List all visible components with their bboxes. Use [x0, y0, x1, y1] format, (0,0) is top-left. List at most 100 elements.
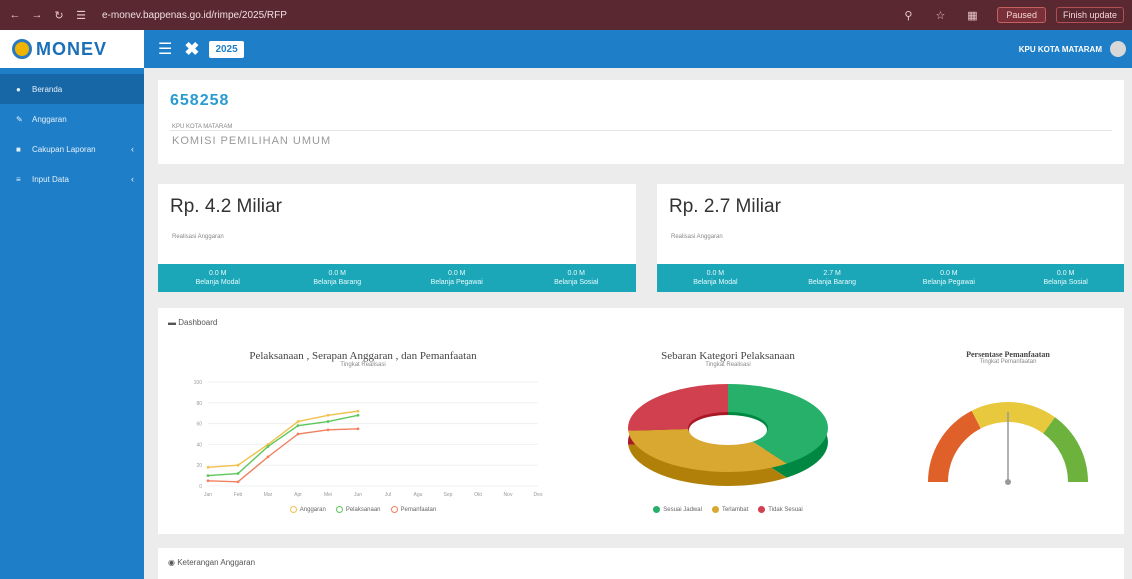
data-point	[356, 413, 360, 417]
legend-item[interactable]: Pelaksanaan	[335, 506, 381, 513]
sidebar: MONEV ● Beranda ✎ Anggaran ■ Cakupan Lap…	[0, 30, 144, 579]
zoom-icon[interactable]: ⚲	[901, 8, 915, 22]
x-tick-label: Feb	[234, 492, 243, 498]
budget-amount: Rp. 4.2 Miliar	[170, 196, 282, 217]
data-point	[326, 420, 330, 423]
folder-icon: ■	[16, 144, 21, 154]
legend-item[interactable]: Pemanfaatan	[390, 506, 436, 513]
satker-code: 658258	[170, 92, 230, 109]
data-point	[296, 420, 300, 423]
sidebar-item-anggaran[interactable]: ✎ Anggaran	[0, 104, 144, 134]
chart-title: Pelaksanaan , Serapan Anggaran , dan Pem…	[249, 350, 477, 362]
x-tick-label: Apr	[294, 492, 302, 498]
breakdown-cell: 0.0 M Belanja Modal	[195, 270, 240, 286]
gauge-chart-plot	[928, 402, 1088, 485]
x-tick-label: Mar	[264, 492, 273, 498]
paused-button[interactable]: Paused	[997, 7, 1046, 23]
chevron-left-icon: ‹	[131, 174, 134, 184]
x-tick-label: Okt	[474, 492, 482, 498]
user-name[interactable]: KPU KOTA MATARAM	[1019, 45, 1102, 54]
y-tick-label: 60	[196, 422, 202, 428]
breakdown-cell: 0.0 M Belanja Sosial	[1043, 270, 1088, 286]
x-tick-label: Jan	[204, 492, 212, 498]
satker-org: KOMISI PEMILIHAN UMUM	[172, 135, 332, 147]
keterangan-title: ◉ Keterangan Anggaran	[168, 558, 256, 567]
browser-toolbar: ← → ↻ ☰ e-monev.bappenas.go.id/rimpe/202…	[0, 0, 1132, 30]
chart-title: Sebaran Kategori Pelaksanaan	[661, 350, 795, 362]
budget-breakdown: 0.0 M Belanja Modal 2.7 M Belanja Barang 0…	[657, 264, 1124, 292]
pencil-icon: ✎	[16, 114, 23, 124]
data-point	[326, 413, 330, 417]
reload-icon[interactable]: ↻	[52, 8, 66, 22]
chart-subtitle: Tingkat Realisasi	[340, 362, 386, 368]
info-icon: ◉	[168, 558, 178, 567]
home-icon: ●	[16, 84, 21, 94]
avatar[interactable]	[1110, 41, 1126, 57]
site-info-icon[interactable]: ☰	[74, 8, 88, 22]
data-point	[356, 409, 360, 413]
budget-amount: Rp. 2.7 Miliar	[669, 196, 781, 217]
breakdown-cell: 0.0 M Belanja Modal	[693, 270, 738, 286]
donut-hole	[689, 415, 767, 445]
top-header: ☰ ✖ 2025 KPU KOTA MATARAM	[144, 30, 1132, 68]
data-point	[236, 480, 240, 484]
logo[interactable]: MONEV	[0, 30, 144, 68]
chart-subtitle: Tingkat Pemanfaatan	[979, 359, 1037, 365]
chart-legend: Sesuai Jadwal Terlambat Tidak Sesuai	[578, 506, 878, 513]
sidebar-item-label: Beranda	[32, 84, 63, 94]
sidebar-item-input-data[interactable]: ≡ Input Data ‹	[0, 164, 144, 194]
data-point	[236, 472, 240, 475]
chevron-left-icon: ‹	[131, 144, 134, 154]
update-button[interactable]: Finish update	[1055, 7, 1124, 23]
x-tick-label: Jul	[385, 492, 391, 498]
donut-chart-plot	[628, 384, 828, 486]
legend-item[interactable]: Anggaran	[289, 506, 326, 513]
legend-item[interactable]: Tidak Sesuai	[758, 506, 803, 513]
y-tick-label: 40	[196, 442, 202, 448]
breakdown-cell: 0.0 M Belanja Barang	[313, 270, 362, 286]
extensions-icon[interactable]: ▦	[965, 8, 979, 22]
keterangan-card: ◉ Keterangan Anggaran	[158, 548, 1124, 579]
x-tick-label: Nov	[504, 492, 513, 498]
back-icon[interactable]: ←	[8, 8, 22, 22]
gauge-band	[1043, 417, 1088, 482]
sidebar-item-cakupan-laporan[interactable]: ■ Cakupan Laporan ‹	[0, 134, 144, 164]
breakdown-cell: 0.0 M Belanja Pegawai	[922, 270, 975, 286]
gauge-band	[928, 410, 981, 482]
data-point	[266, 445, 270, 448]
year-selector[interactable]: 2025	[209, 40, 244, 58]
sidebar-item-beranda[interactable]: ● Beranda	[0, 74, 144, 104]
data-point	[296, 432, 300, 436]
legend-item[interactable]: Terlambat	[711, 506, 748, 513]
star-icon[interactable]: ☆	[933, 8, 947, 22]
y-tick-label: 100	[194, 380, 203, 386]
data-point	[236, 463, 240, 467]
data-point	[266, 455, 270, 459]
budget-card-right: Rp. 2.7 Miliar Realisasi Anggaran 0.0 MB…	[657, 184, 1124, 292]
y-tick-label: 20	[196, 463, 202, 469]
data-point	[296, 424, 300, 428]
budget-caption: Realisasi Anggaran	[172, 234, 224, 240]
x-tick-label: Mei	[324, 492, 332, 498]
data-point	[206, 474, 210, 477]
forward-icon[interactable]: →	[30, 8, 44, 22]
close-icon[interactable]: ✖	[184, 39, 199, 60]
dashboard-title: ▬ Dashboard	[168, 318, 218, 327]
y-tick-label: 80	[196, 401, 202, 407]
sidebar-item-label: Input Data	[32, 174, 69, 184]
x-tick-label: Agu	[414, 492, 423, 498]
data-point	[206, 465, 210, 469]
sidebar-item-label: Cakupan Laporan	[32, 144, 96, 154]
menu-toggle-icon[interactable]: ☰	[158, 39, 172, 59]
y-tick-label: 0	[199, 484, 202, 490]
address-bar[interactable]: e-monev.bappenas.go.id/rimpe/2025/RFP	[102, 10, 287, 21]
x-tick-label: Jun	[354, 492, 362, 498]
chart-subtitle: Tingkat Realisasi	[705, 362, 751, 368]
list-icon: ≡	[16, 174, 21, 184]
chart-title: Persentase Pemanfaatan	[966, 350, 1050, 359]
breakdown-cell: 0.0 M Belanja Sosial	[554, 270, 599, 286]
legend-item[interactable]: Sesuai Jadwal	[653, 506, 702, 513]
budget-card-left: Rp. 4.2 Miliar Realisasi Anggaran 0.0 MB…	[158, 184, 636, 292]
gauge-band	[971, 402, 1056, 434]
breakdown-cell: 0.0 M Belanja Pegawai	[430, 270, 483, 286]
